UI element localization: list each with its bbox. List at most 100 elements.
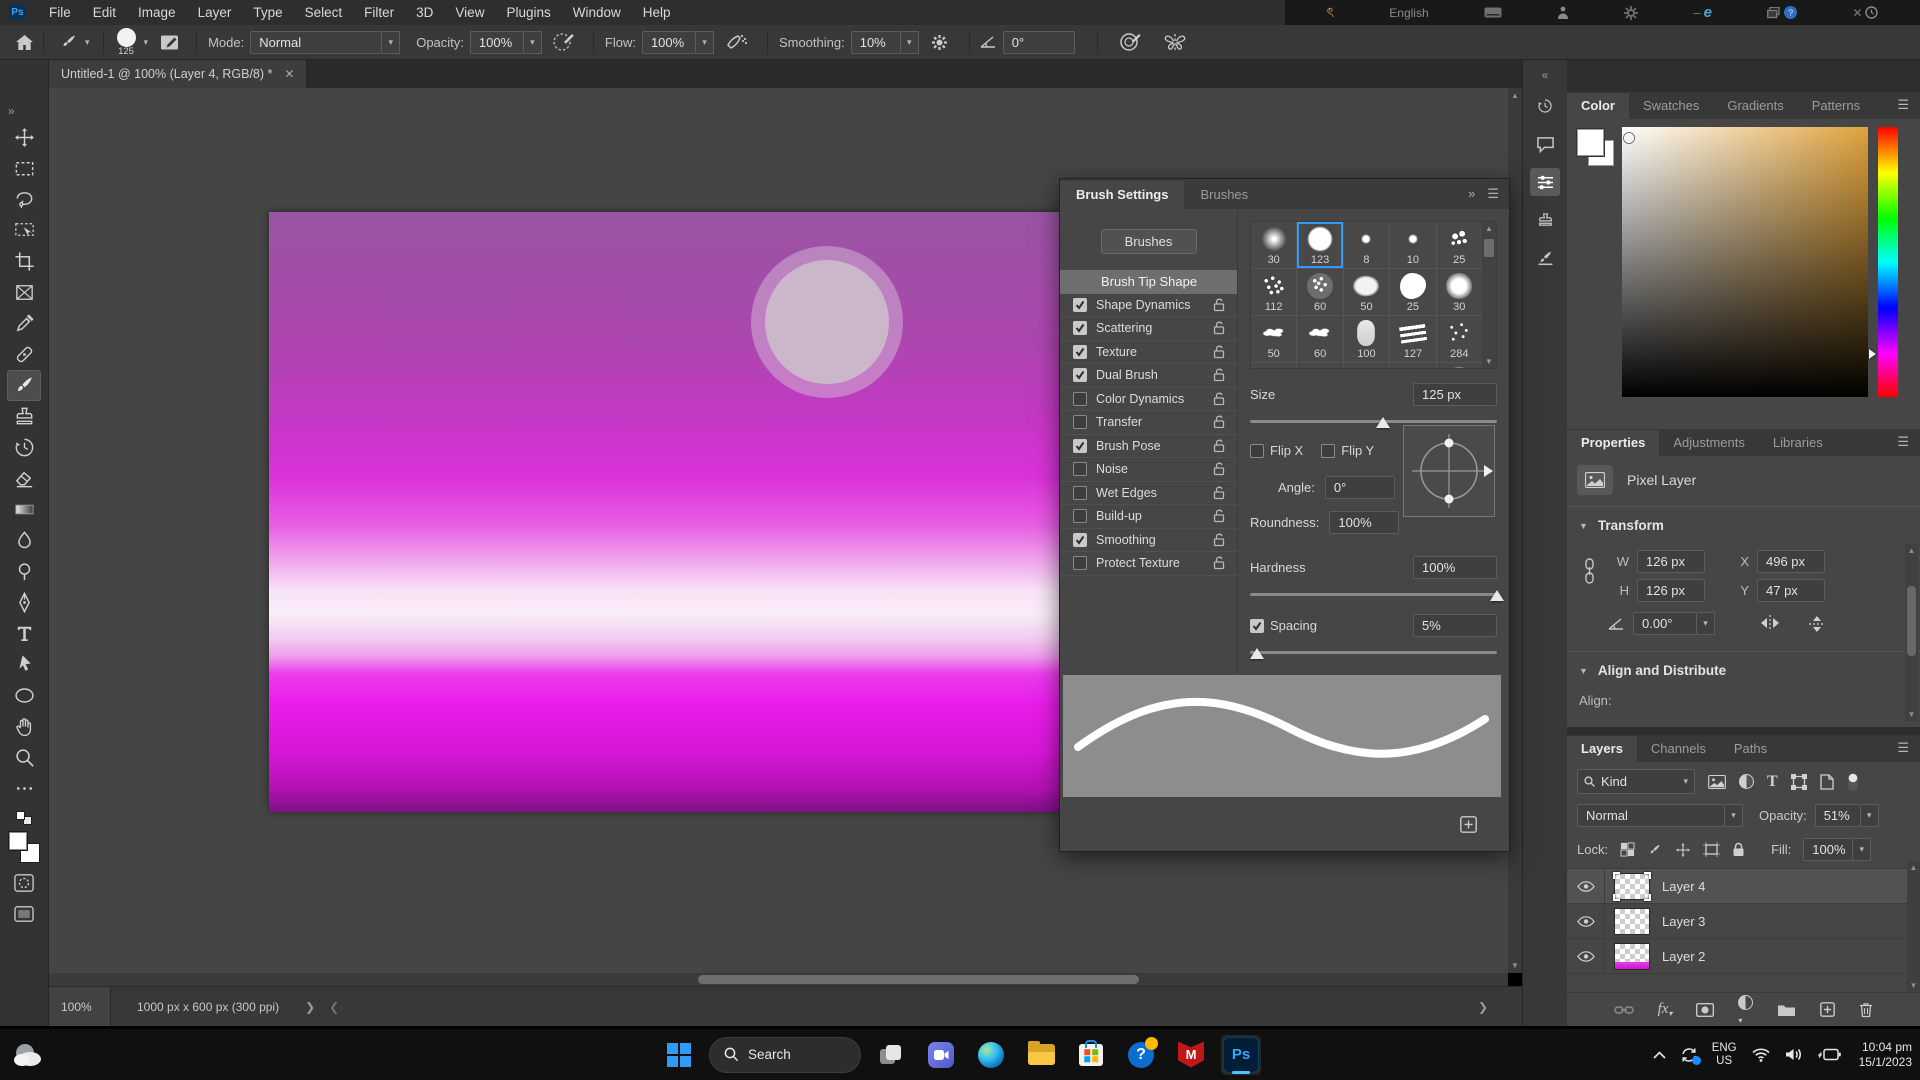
taskbar-mcafee-button[interactable]: M	[1171, 1035, 1211, 1075]
lock-icon[interactable]	[1213, 462, 1225, 476]
layers-tab-channels[interactable]: Channels	[1637, 736, 1720, 762]
checkbox[interactable]	[1073, 368, 1087, 382]
eraser-tool[interactable]	[7, 463, 41, 494]
tray-chevron-up-icon[interactable]	[1653, 1051, 1666, 1059]
pressure-size-icon[interactable]	[1119, 32, 1141, 52]
lock-all-icon[interactable]	[1732, 842, 1745, 857]
hand-tool[interactable]	[7, 711, 41, 742]
color-tab-patterns[interactable]: Patterns	[1798, 93, 1874, 119]
blend-mode-dropdown[interactable]: Normal ▾	[1577, 804, 1743, 827]
close-icon[interactable]: ✕	[284, 67, 294, 81]
size-field[interactable]: 125 px	[1413, 383, 1497, 406]
transform-section-header[interactable]: ▼ Transform	[1567, 509, 1920, 542]
pen-tool[interactable]	[7, 587, 41, 618]
brush-settings-tab-brush-settings[interactable]: Brush Settings	[1060, 181, 1184, 209]
flip-vertical-icon[interactable]	[1807, 615, 1827, 633]
menu-item-plugins[interactable]: Plugins	[495, 0, 561, 25]
color-picker-marker[interactable]	[1624, 133, 1634, 143]
brush-tip-extra[interactable]	[1390, 363, 1435, 369]
vertical-scrollbar[interactable]: ▲▼	[1508, 88, 1522, 973]
panel-menu-icon[interactable]: ☰	[1487, 186, 1499, 202]
lock-icon[interactable]	[1213, 509, 1225, 523]
lock-icon[interactable]	[1213, 321, 1225, 335]
clock-widget[interactable]: 10:04 pm 15/1/2023	[1859, 1040, 1912, 1070]
hardness-field[interactable]: 100%	[1413, 556, 1497, 579]
layer-mask-icon[interactable]	[1696, 1003, 1714, 1017]
tool-presets-icon[interactable]	[1530, 244, 1560, 272]
properties-panel-menu-icon[interactable]: ☰	[1887, 434, 1920, 456]
shape-tool[interactable]	[7, 680, 41, 711]
menu-item-edit[interactable]: Edit	[82, 0, 127, 25]
opacity-dropdown[interactable]: 100% ▾	[470, 31, 542, 54]
checkbox[interactable]	[1073, 415, 1087, 429]
taskbar-microsoft-store-button[interactable]	[1071, 1035, 1111, 1075]
brush-tip-extra[interactable]	[1437, 363, 1482, 369]
gradient-tool[interactable]	[7, 494, 41, 525]
toggle-brush-settings-icon[interactable]	[160, 34, 179, 51]
scroll-up-icon[interactable]: ▲	[1905, 546, 1918, 555]
brush-option-noise[interactable]: Noise	[1060, 458, 1237, 482]
lock-icon[interactable]	[1213, 298, 1225, 312]
brush-tip-25[interactable]: 25	[1390, 269, 1435, 315]
brush-tool[interactable]	[7, 370, 41, 401]
update-sync-icon[interactable]	[1680, 1046, 1698, 1064]
color-fg-bg-swatches[interactable]	[1577, 129, 1621, 173]
brush-tip-123[interactable]: 123	[1297, 222, 1342, 268]
hue-slider-marker[interactable]	[1869, 349, 1876, 359]
brush-tip-extra[interactable]	[1344, 363, 1389, 369]
brush-tip-60[interactable]: 60	[1297, 316, 1342, 362]
windows-help-icon[interactable]: ?	[1767, 6, 1797, 19]
pixel-filter-icon[interactable]	[1708, 775, 1726, 789]
brush-tip-10[interactable]: 10	[1390, 222, 1435, 268]
menu-item-type[interactable]: Type	[242, 0, 293, 25]
brush-option-brush-tip-shape[interactable]: Brush Tip Shape	[1060, 270, 1237, 294]
size-slider[interactable]	[1250, 420, 1497, 423]
brush-option-smoothing[interactable]: Smoothing	[1060, 529, 1237, 553]
scroll-down-icon[interactable]: ▼	[1485, 357, 1493, 366]
tool-preset-brush-icon[interactable]	[59, 32, 79, 52]
default-colors-icon[interactable]	[16, 811, 32, 825]
brush-option-build-up[interactable]: Build-up	[1060, 505, 1237, 529]
scroll-up-icon[interactable]: ▲	[1511, 91, 1519, 100]
horizontal-scrollbar-thumb[interactable]	[698, 975, 1139, 984]
crop-tool[interactable]	[7, 246, 41, 277]
lock-position-icon[interactable]	[1675, 842, 1691, 858]
spacing-slider[interactable]	[1250, 651, 1497, 654]
document-tab[interactable]: Untitled-1 @ 100% (Layer 4, RGB/8) * ✕	[49, 60, 307, 88]
lock-icon[interactable]	[1213, 392, 1225, 406]
type-filter-icon[interactable]: T	[1767, 773, 1778, 791]
adjustment-filter-icon[interactable]	[1739, 774, 1754, 789]
pressure-opacity-icon[interactable]	[552, 32, 574, 52]
lock-pixels-icon[interactable]	[1647, 842, 1663, 858]
layers-panel-menu-icon[interactable]: ☰	[1887, 740, 1920, 762]
overlay-language-label[interactable]: English	[1389, 6, 1428, 20]
taskbar-chat-button[interactable]	[921, 1035, 961, 1075]
brush-option-transfer[interactable]: Transfer	[1060, 411, 1237, 435]
filter-toggle-switch[interactable]	[1847, 772, 1859, 792]
home-icon[interactable]	[15, 34, 34, 51]
taskbar-file-explorer-button[interactable]	[1021, 1035, 1061, 1075]
lock-icon[interactable]	[1213, 533, 1225, 547]
checkbox[interactable]	[1073, 345, 1087, 359]
checkbox[interactable]	[1073, 556, 1087, 570]
comments-icon[interactable]	[1530, 130, 1560, 158]
fill-dropdown[interactable]: 100% ▾	[1803, 838, 1871, 861]
layer-effects-icon[interactable]: fx▾	[1658, 1001, 1673, 1018]
hue-slider[interactable]	[1878, 127, 1898, 397]
brush-tip-30[interactable]: 30	[1251, 222, 1296, 268]
layers-tab-paths[interactable]: Paths	[1720, 736, 1781, 762]
spacing-checkbox[interactable]: Spacing	[1250, 618, 1317, 633]
ie-icon[interactable]: –e	[1693, 4, 1712, 21]
brush-settings-tab-brushes[interactable]: Brushes	[1184, 181, 1264, 209]
foreground-color-swatch[interactable]	[8, 831, 28, 851]
history-icon[interactable]	[1530, 92, 1560, 120]
horizontal-scrollbar[interactable]	[49, 973, 1508, 986]
history-brush-tool[interactable]	[7, 432, 41, 463]
taskbar-photoshop-button[interactable]: Ps	[1221, 1035, 1261, 1075]
align-section-header[interactable]: ▼ Align and Distribute	[1567, 654, 1920, 687]
layer-row-layer-3[interactable]: Layer 3	[1567, 904, 1920, 939]
smoothing-options-gear-icon[interactable]	[931, 34, 948, 51]
taskbar-search-box[interactable]: Search	[709, 1037, 861, 1073]
frame-tool[interactable]	[7, 277, 41, 308]
shape-filter-icon[interactable]	[1791, 774, 1807, 790]
